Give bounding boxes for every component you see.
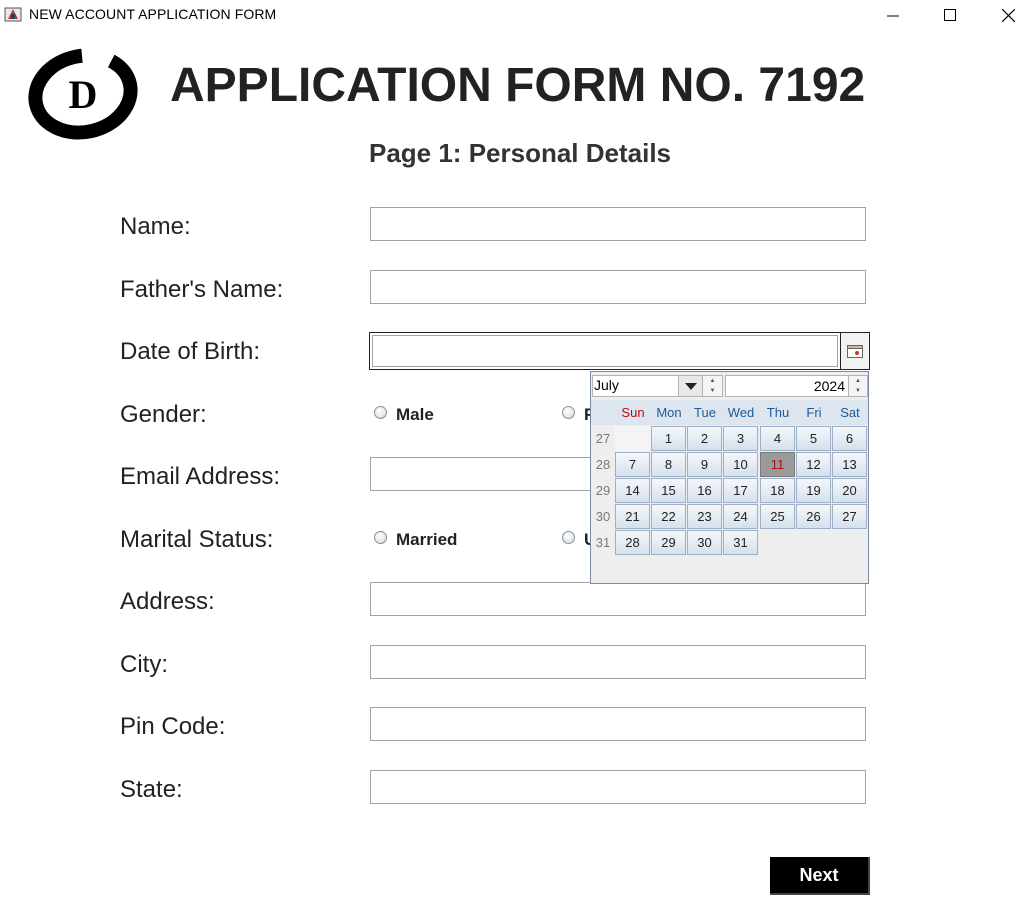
day-button[interactable]: 5 bbox=[796, 426, 831, 451]
day-button[interactable]: 12 bbox=[796, 452, 831, 477]
day-name-thu: Thu bbox=[766, 405, 790, 420]
day-button[interactable]: 14 bbox=[615, 478, 650, 503]
name-input[interactable] bbox=[370, 207, 866, 241]
logo-letter: D bbox=[69, 72, 98, 117]
week-number: 28 bbox=[595, 457, 611, 472]
month-spinner[interactable]: ▲ ▼ bbox=[702, 375, 723, 397]
minimize-button[interactable] bbox=[870, 0, 916, 30]
spin-up-icon[interactable]: ▲ bbox=[703, 376, 722, 386]
day-button[interactable]: 26 bbox=[796, 504, 831, 529]
year-spinner[interactable]: ▲ ▼ bbox=[848, 375, 868, 397]
day-button[interactable]: 21 bbox=[615, 504, 650, 529]
day-button[interactable]: 27 bbox=[832, 504, 867, 529]
day-button[interactable]: 22 bbox=[651, 504, 686, 529]
year-value: 2024 bbox=[813, 378, 845, 394]
day-name-fri: Fri bbox=[806, 405, 822, 420]
day-button[interactable]: 6 bbox=[832, 426, 867, 451]
empty-day-cell bbox=[615, 426, 651, 451]
day-button[interactable]: 11 bbox=[760, 452, 795, 477]
marital-unmarried-radio[interactable] bbox=[562, 531, 575, 544]
marital-married-label: Married bbox=[396, 530, 458, 549]
address-input[interactable] bbox=[370, 582, 866, 616]
dob-input[interactable] bbox=[372, 335, 838, 367]
day-button[interactable]: 31 bbox=[723, 530, 758, 555]
gender-label: Gender: bbox=[120, 401, 207, 428]
calendar-button[interactable] bbox=[840, 332, 870, 370]
day-button[interactable]: 23 bbox=[687, 504, 722, 529]
day-button[interactable]: 19 bbox=[796, 478, 831, 503]
week-number: 29 bbox=[595, 483, 611, 498]
day-button[interactable]: 24 bbox=[723, 504, 758, 529]
form-title: APPLICATION FORM NO. 7192 bbox=[170, 59, 866, 112]
day-button[interactable]: 18 bbox=[760, 478, 795, 503]
day-name-sun: Sun bbox=[621, 405, 645, 420]
gender-female-radio[interactable] bbox=[562, 406, 575, 419]
state-input[interactable] bbox=[370, 770, 866, 804]
state-label: State: bbox=[120, 776, 183, 803]
bank-logo: D bbox=[26, 46, 140, 142]
dob-label: Date of Birth: bbox=[120, 338, 261, 365]
address-label: Address: bbox=[120, 588, 215, 615]
day-button[interactable]: 25 bbox=[760, 504, 795, 529]
minimize-icon bbox=[887, 15, 899, 17]
day-button[interactable]: 3 bbox=[723, 426, 758, 451]
day-name-tue: Tue bbox=[694, 405, 716, 420]
day-button[interactable]: 16 bbox=[687, 478, 722, 503]
day-name-sat: Sat bbox=[840, 405, 860, 420]
week-number: 27 bbox=[595, 431, 611, 446]
gender-male-radio[interactable] bbox=[374, 406, 387, 419]
day-button[interactable]: 1 bbox=[651, 426, 686, 451]
day-button[interactable]: 17 bbox=[723, 478, 758, 503]
day-button[interactable]: 30 bbox=[687, 530, 722, 555]
calendar-icon bbox=[847, 345, 863, 358]
day-button[interactable]: 29 bbox=[651, 530, 686, 555]
spin-down-icon[interactable]: ▼ bbox=[849, 386, 867, 396]
day-button[interactable]: 4 bbox=[760, 426, 795, 451]
day-button[interactable]: 2 bbox=[687, 426, 722, 451]
day-name-wed: Wed bbox=[727, 405, 755, 420]
week-number: 31 bbox=[595, 535, 611, 550]
gender-male-label: Male bbox=[396, 405, 434, 424]
pin-code-input[interactable] bbox=[370, 707, 866, 741]
day-button[interactable]: 7 bbox=[615, 452, 650, 477]
marital-married-radio[interactable] bbox=[374, 531, 387, 544]
father-name-label: Father's Name: bbox=[120, 276, 284, 303]
marital-status-label: Marital Status: bbox=[120, 526, 274, 553]
page-subtitle: Page 1: Personal Details bbox=[368, 138, 672, 168]
chevron-down-icon bbox=[684, 382, 697, 390]
spin-down-icon[interactable]: ▼ bbox=[703, 386, 722, 396]
spin-up-icon[interactable]: ▲ bbox=[849, 376, 867, 386]
city-input[interactable] bbox=[370, 645, 866, 679]
week-number: 30 bbox=[595, 509, 611, 524]
email-label: Email Address: bbox=[120, 463, 281, 490]
day-name-mon: Mon bbox=[656, 405, 682, 420]
close-icon bbox=[1001, 8, 1015, 22]
next-button[interactable]: Next bbox=[770, 857, 870, 895]
day-button[interactable]: 13 bbox=[832, 452, 867, 477]
father-name-input[interactable] bbox=[370, 270, 866, 304]
close-button[interactable] bbox=[985, 0, 1031, 30]
window-title: NEW ACCOUNT APPLICATION FORM bbox=[29, 6, 277, 22]
month-dropdown-arrow[interactable] bbox=[678, 376, 702, 396]
pin-code-label: Pin Code: bbox=[120, 713, 226, 740]
maximize-button[interactable] bbox=[927, 0, 973, 30]
day-button[interactable]: 15 bbox=[651, 478, 686, 503]
day-button[interactable]: 20 bbox=[832, 478, 867, 503]
day-button[interactable]: 8 bbox=[651, 452, 686, 477]
month-value: July bbox=[594, 377, 619, 393]
maximize-icon bbox=[944, 9, 956, 21]
city-label: City: bbox=[120, 651, 168, 678]
name-label: Name: bbox=[120, 213, 191, 240]
day-button[interactable]: 28 bbox=[615, 530, 650, 555]
day-button[interactable]: 10 bbox=[723, 452, 758, 477]
day-button[interactable]: 9 bbox=[687, 452, 722, 477]
app-icon bbox=[4, 5, 22, 23]
